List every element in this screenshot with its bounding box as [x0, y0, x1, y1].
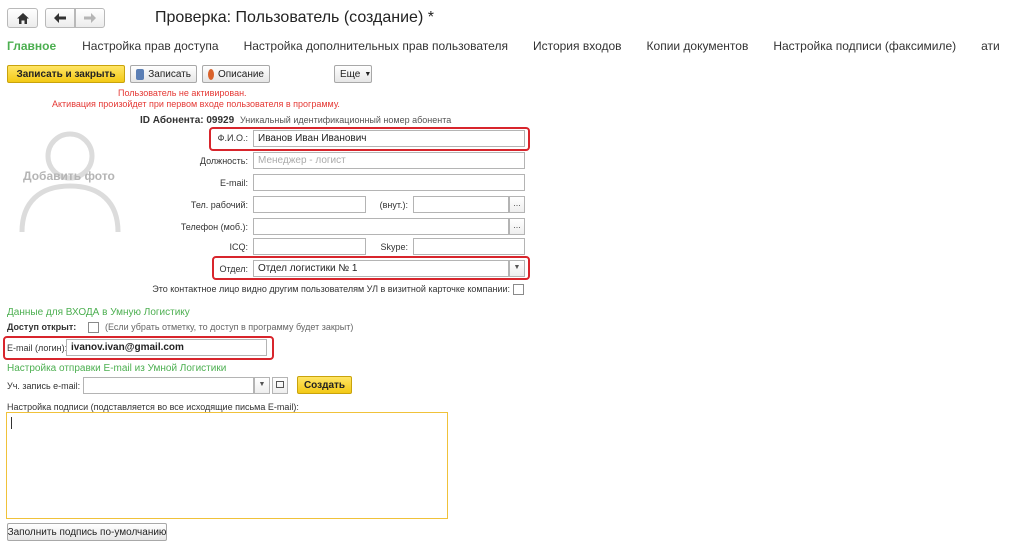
- skype-input[interactable]: [413, 238, 525, 255]
- email-label: E-mail:: [219, 178, 248, 188]
- back-button[interactable]: [45, 8, 75, 28]
- access-open-checkbox[interactable]: [88, 322, 99, 333]
- ext-input[interactable]: [413, 196, 509, 213]
- chevron-down-icon: ▼: [364, 70, 372, 78]
- mail-account-input[interactable]: [83, 377, 254, 394]
- access-open-note: (Если убрать отметку, то доступ в програ…: [105, 322, 354, 332]
- save-button-label: Записать: [148, 68, 191, 80]
- chevron-down-icon: ▼: [258, 381, 266, 388]
- subscriber-id-label: ID Абонента:: [140, 115, 204, 126]
- icq-input[interactable]: [253, 238, 366, 255]
- mobile-label: Телефон (моб.):: [180, 222, 248, 232]
- login-email-input[interactable]: ivanov.ivan@gmail.com: [66, 339, 267, 356]
- subscriber-id: ID Абонента: 09929 Уникальный идентифика…: [140, 115, 451, 126]
- create-account-button[interactable]: Создать: [297, 376, 352, 394]
- home-button[interactable]: [7, 8, 38, 28]
- add-photo-label: Добавить фото: [23, 169, 115, 183]
- save-disk-icon: [136, 68, 145, 80]
- tab-more[interactable]: ати: [981, 39, 1000, 55]
- tab-main[interactable]: Главное: [7, 39, 56, 55]
- signature-label: Настройка подписи (подставляется во все …: [7, 402, 299, 412]
- mail-account-label: Уч. запись e-mail:: [7, 381, 81, 391]
- ext-select-button[interactable]: ...: [509, 196, 525, 213]
- login-email-label: E-mail (логин):: [7, 343, 68, 353]
- work-phone-input[interactable]: [253, 196, 366, 213]
- arrow-left-icon: [54, 13, 66, 23]
- open-window-icon: [276, 381, 284, 388]
- description-button[interactable]: Описание: [202, 65, 270, 83]
- arrow-right-icon: [84, 13, 96, 23]
- email-input[interactable]: [253, 174, 525, 191]
- description-icon: [208, 68, 214, 80]
- window-title: Проверка: Пользователь (создание) *: [155, 9, 434, 26]
- tab-signature-settings[interactable]: Настройка подписи (факсимиле): [773, 39, 956, 55]
- mobile-input[interactable]: [253, 218, 509, 235]
- signature-textarea[interactable]: [6, 412, 448, 519]
- subscriber-id-hint: Уникальный идентификационный номер абоне…: [239, 115, 452, 125]
- text-cursor: [11, 417, 12, 429]
- position-input[interactable]: Менеджер - логист: [253, 152, 525, 169]
- activation-note: Активация произойдет при первом входе по…: [52, 99, 340, 109]
- save-and-close-button[interactable]: Записать и закрыть: [7, 65, 125, 83]
- department-dropdown-button[interactable]: ▼: [509, 260, 525, 277]
- mail-account-open-button[interactable]: [272, 377, 288, 394]
- fio-label: Ф.И.О.:: [217, 133, 248, 143]
- fio-input[interactable]: Иванов Иван Иванович: [253, 130, 525, 147]
- mail-account-dropdown-button[interactable]: ▼: [254, 377, 270, 394]
- tab-login-history[interactable]: История входов: [533, 39, 622, 55]
- tab-extra-rights[interactable]: Настройка дополнительных прав пользовате…: [244, 39, 508, 55]
- home-icon: [16, 12, 29, 24]
- not-activated-warning: Пользователь не активирован.: [118, 88, 247, 98]
- mail-section-title: Настройка отправки E-mail из Умной Логис…: [7, 363, 227, 374]
- fill-default-signature-button[interactable]: Заполнить подпись по-умолчанию: [7, 523, 167, 541]
- access-open-label: Доступ открыт:: [7, 322, 77, 332]
- chevron-down-icon: ▼: [513, 264, 521, 271]
- ext-label: (внут.):: [379, 200, 408, 210]
- forward-button[interactable]: [75, 8, 105, 28]
- position-label: Должность:: [199, 156, 248, 166]
- work-phone-label: Тел. рабочий:: [190, 200, 248, 210]
- tab-document-copies[interactable]: Копии документов: [647, 39, 749, 55]
- mobile-select-button[interactable]: ...: [509, 218, 525, 235]
- visible-contact-label: Это контактное лицо видно другим пользов…: [152, 284, 510, 294]
- icq-label: ICQ:: [229, 242, 248, 252]
- skype-label: Skype:: [380, 242, 408, 252]
- visible-contact-checkbox[interactable]: [513, 284, 524, 295]
- save-button[interactable]: Записать: [130, 65, 197, 83]
- description-button-label: Описание: [217, 68, 264, 80]
- department-select[interactable]: Отдел логистики № 1: [253, 260, 509, 277]
- more-button-label: Еще: [340, 68, 361, 80]
- tab-bar: Главное Настройка прав доступа Настройка…: [7, 39, 1024, 55]
- login-section-title: Данные для ВХОДА в Умную Логистику: [7, 307, 190, 318]
- subscriber-id-value: 09929: [206, 115, 235, 126]
- tab-access-rights[interactable]: Настройка прав доступа: [82, 39, 218, 55]
- more-button[interactable]: Еще ▼: [334, 65, 372, 83]
- department-label: Отдел:: [219, 264, 248, 274]
